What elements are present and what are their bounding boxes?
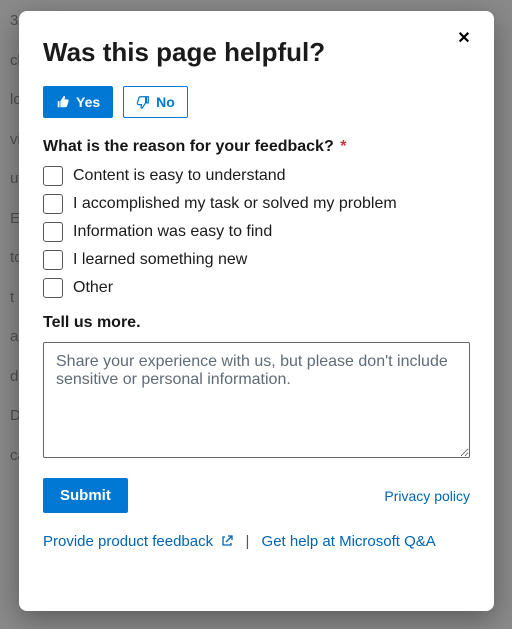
checkbox-icon <box>43 166 63 186</box>
product-feedback-link[interactable]: Provide product feedback <box>43 533 237 550</box>
thumbs-down-icon <box>136 95 150 109</box>
actions-row: Submit Privacy policy <box>43 478 470 513</box>
option-label: I learned something new <box>73 251 247 269</box>
option-learned[interactable]: I learned something new <box>43 250 470 270</box>
yes-button[interactable]: Yes <box>43 86 113 118</box>
tell-us-more-label: Tell us more. <box>43 314 470 332</box>
submit-button[interactable]: Submit <box>43 478 128 513</box>
microsoft-qa-link[interactable]: Get help at Microsoft Q&A <box>262 533 436 550</box>
option-easy-find[interactable]: Information was easy to find <box>43 222 470 242</box>
close-icon: ✕ <box>457 30 470 47</box>
feedback-textarea[interactable] <box>43 342 470 458</box>
required-indicator: * <box>340 138 346 155</box>
external-link-icon <box>221 534 233 546</box>
no-label: No <box>156 94 175 110</box>
thumbs-up-icon <box>56 95 70 109</box>
checkbox-icon <box>43 278 63 298</box>
option-label: Content is easy to understand <box>73 167 286 185</box>
feedback-modal: ✕ Was this page helpful? Yes No What is … <box>19 11 494 611</box>
modal-title: Was this page helpful? <box>43 37 470 68</box>
checkbox-icon <box>43 250 63 270</box>
footer-separator: | <box>245 533 249 550</box>
privacy-policy-link[interactable]: Privacy policy <box>384 488 470 504</box>
option-label: Information was easy to find <box>73 223 272 241</box>
option-accomplished[interactable]: I accomplished my task or solved my prob… <box>43 194 470 214</box>
footer-links: Provide product feedback | Get help at M… <box>43 533 470 550</box>
yes-label: Yes <box>76 94 100 110</box>
checkbox-icon <box>43 194 63 214</box>
option-label: Other <box>73 279 113 297</box>
no-button[interactable]: No <box>123 86 188 118</box>
option-label: I accomplished my task or solved my prob… <box>73 195 397 213</box>
option-understand[interactable]: Content is easy to understand <box>43 166 470 186</box>
checkbox-icon <box>43 222 63 242</box>
close-button[interactable]: ✕ <box>450 25 478 53</box>
vote-row: Yes No <box>43 86 470 118</box>
option-other[interactable]: Other <box>43 278 470 298</box>
feedback-reason-question: What is the reason for your feedback? * <box>43 138 470 156</box>
feedback-options: Content is easy to understand I accompli… <box>43 166 470 298</box>
